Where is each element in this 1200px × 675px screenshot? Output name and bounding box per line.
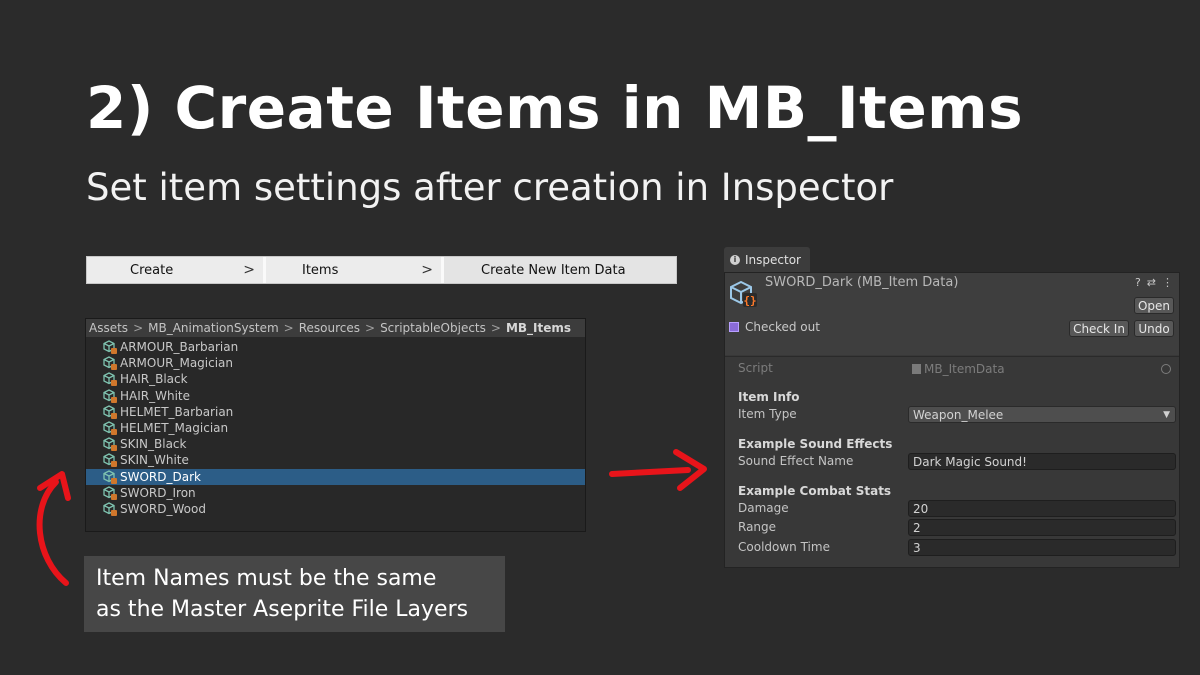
annotation-arrows xyxy=(36,449,707,586)
arrow-to-inspector xyxy=(609,449,707,491)
arrow-to-selected-item xyxy=(36,471,71,586)
